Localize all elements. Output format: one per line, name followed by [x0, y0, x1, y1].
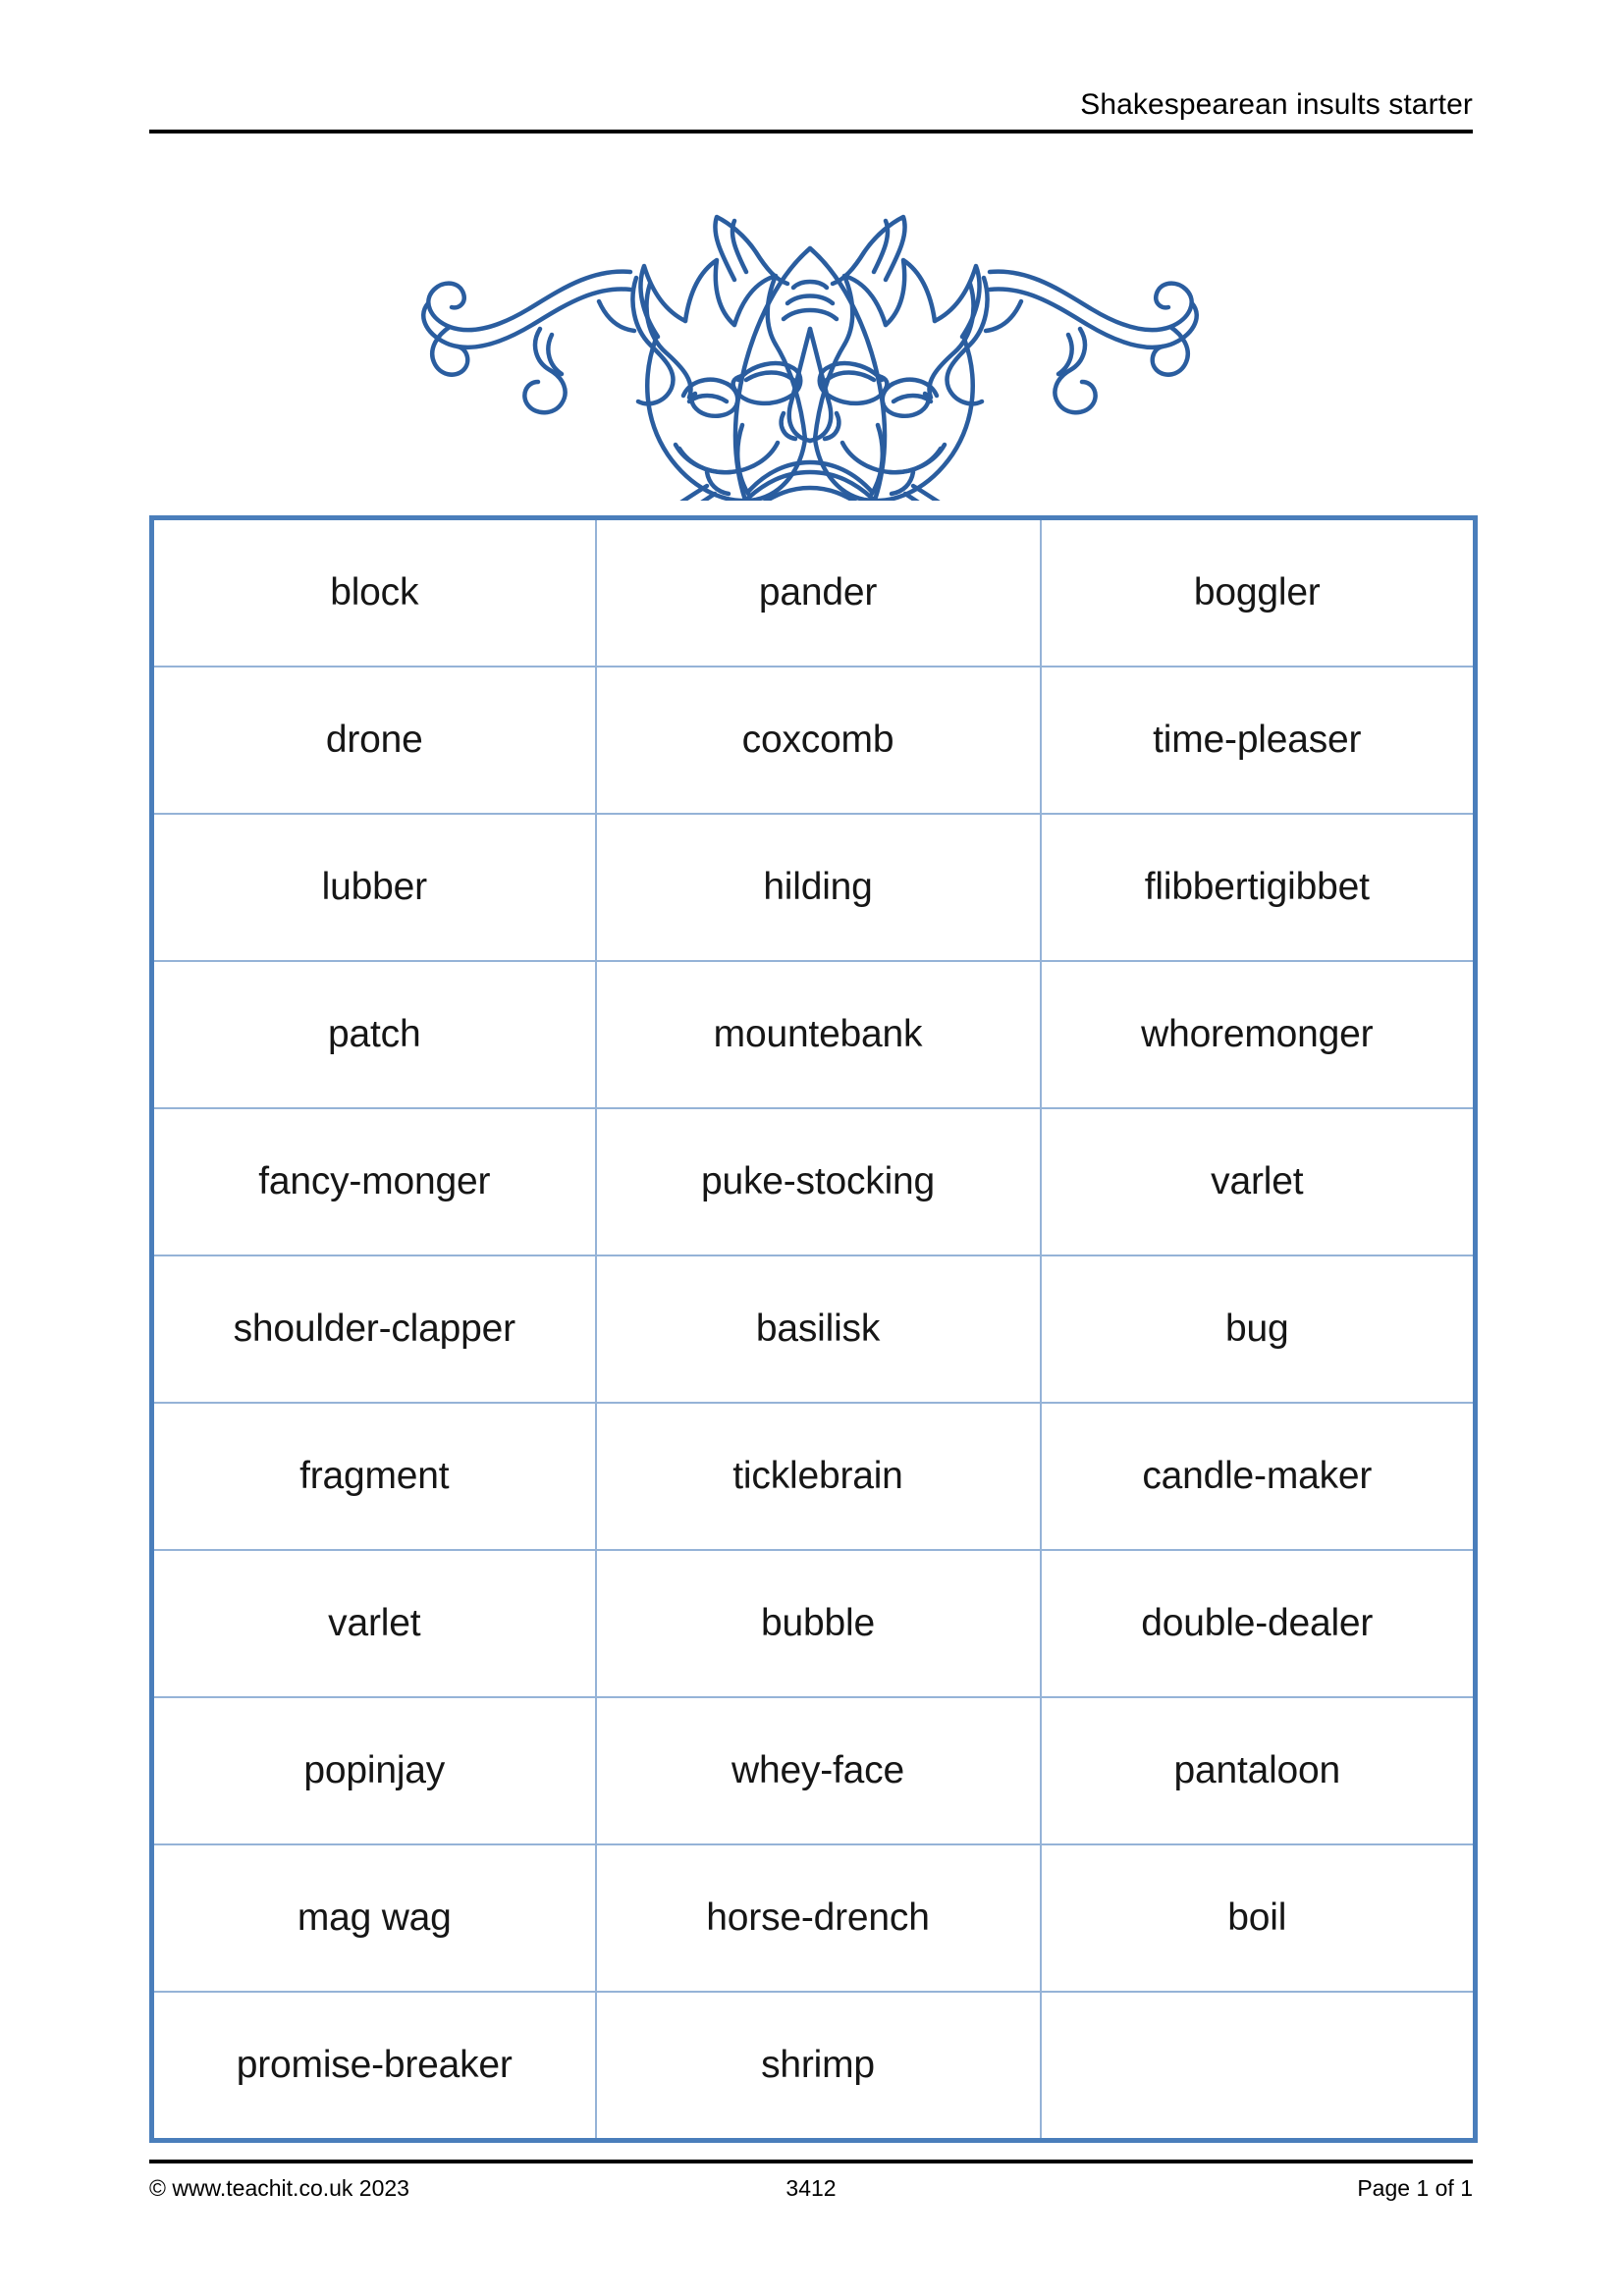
- table-cell: bubble: [594, 1549, 1042, 1698]
- table-cell: lubber: [150, 813, 597, 962]
- table-row: lubber hilding flibbertigibbet: [150, 813, 1477, 962]
- table-cell: varlet: [150, 1549, 597, 1698]
- insults-table: block pander boggler drone coxcomb time-…: [149, 515, 1478, 2143]
- footer-reference-number: 3412: [785, 2175, 837, 2201]
- table-row: promise-breaker shrimp: [150, 1991, 1477, 2142]
- table-cell: boggler: [1039, 516, 1477, 667]
- footer-page-number: Page 1 of 1: [1357, 2175, 1473, 2201]
- page-header: Shakespearean insults starter: [149, 86, 1473, 133]
- table-cell: shoulder-clapper: [150, 1255, 597, 1404]
- table-cell: pander: [594, 516, 1042, 667]
- page-footer: © www.teachit.co.uk 2023 3412 Page 1 of …: [149, 2160, 1473, 2218]
- table-cell: mountebank: [594, 960, 1042, 1109]
- table-cell: ticklebrain: [594, 1402, 1042, 1551]
- document-page: Shakespearean insults starter block pand…: [0, 0, 1624, 2296]
- table-row: patch mountebank whoremonger: [150, 960, 1477, 1109]
- table-row: mag wag horse-drench boil: [150, 1843, 1477, 1993]
- table-cell: candle-maker: [1039, 1402, 1477, 1551]
- table-cell: hilding: [594, 813, 1042, 962]
- table-row: shoulder-clapper basilisk bug: [150, 1255, 1477, 1404]
- table-cell: varlet: [1039, 1107, 1477, 1256]
- table-cell: puke-stocking: [594, 1107, 1042, 1256]
- table-cell: fragment: [150, 1402, 597, 1551]
- table-cell-empty: [1039, 1991, 1477, 2142]
- table-cell: promise-breaker: [150, 1991, 597, 2142]
- insults-table-body: block pander boggler drone coxcomb time-…: [150, 516, 1477, 2142]
- table-cell: double-dealer: [1039, 1549, 1477, 1698]
- table-cell: popinjay: [150, 1696, 597, 1845]
- table-cell: pantaloon: [1039, 1696, 1477, 1845]
- table-row: popinjay whey-face pantaloon: [150, 1696, 1477, 1845]
- table-cell: coxcomb: [594, 666, 1042, 815]
- table-cell: block: [150, 516, 597, 667]
- table-cell: flibbertigibbet: [1039, 813, 1477, 962]
- table-cell: fancy-monger: [150, 1107, 597, 1256]
- table-cell: patch: [150, 960, 597, 1109]
- table-cell: boil: [1039, 1843, 1477, 1993]
- page-title: Shakespearean insults starter: [1080, 88, 1473, 121]
- table-row: drone coxcomb time-pleaser: [150, 666, 1477, 815]
- table-row: fragment ticklebrain candle-maker: [150, 1402, 1477, 1551]
- table-row: varlet bubble double-dealer: [150, 1549, 1477, 1698]
- table-cell: whey-face: [594, 1696, 1042, 1845]
- table-row: fancy-monger puke-stocking varlet: [150, 1107, 1477, 1256]
- table-cell: whoremonger: [1039, 960, 1477, 1109]
- table-cell: shrimp: [594, 1991, 1042, 2142]
- table-cell: time-pleaser: [1039, 666, 1477, 815]
- table-cell: mag wag: [150, 1843, 597, 1993]
- table-cell: drone: [150, 666, 597, 815]
- table-cell: bug: [1039, 1255, 1477, 1404]
- masks-ornament-icon: [245, 162, 1375, 501]
- table-cell: basilisk: [594, 1255, 1042, 1404]
- footer-copyright: © www.teachit.co.uk 2023: [149, 2175, 409, 2201]
- table-row: block pander boggler: [150, 516, 1477, 667]
- table-cell: horse-drench: [594, 1843, 1042, 1993]
